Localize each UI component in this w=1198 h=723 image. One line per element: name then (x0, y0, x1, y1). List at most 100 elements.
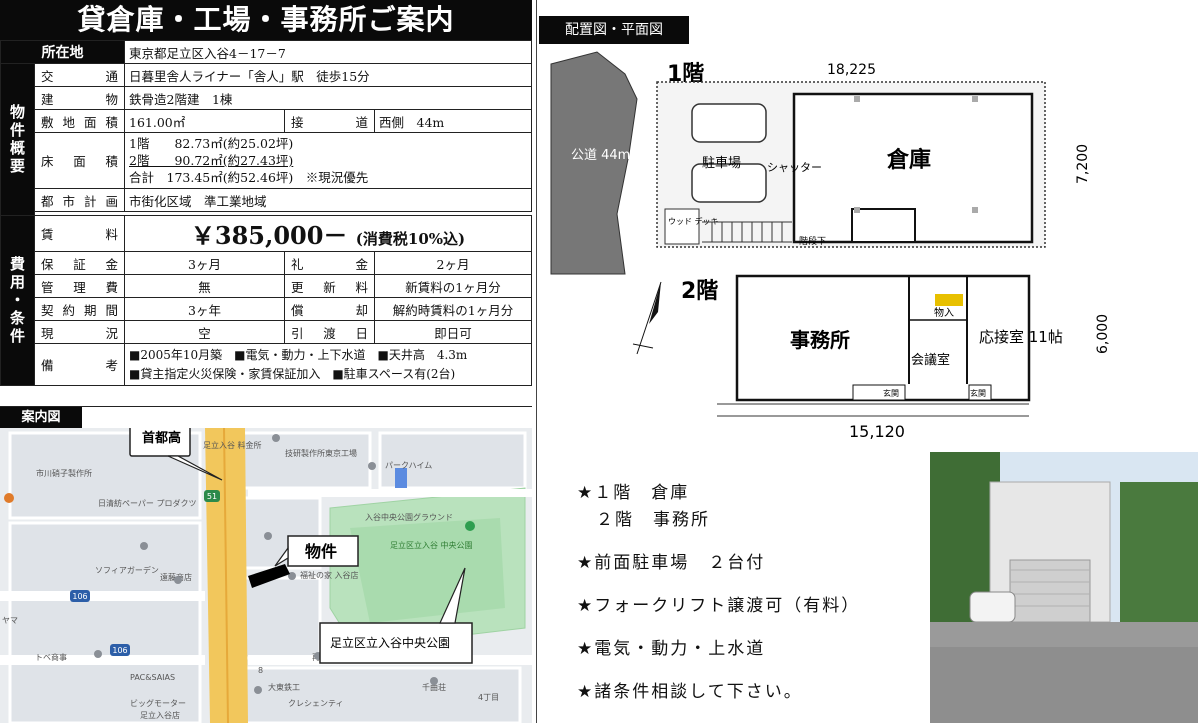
dim-right1: 7,200 (1075, 144, 1091, 184)
rent-label: 賃料 (34, 215, 125, 252)
remarks-label: 備考 (34, 343, 125, 386)
map-number8-label: 8 (258, 666, 263, 675)
handover-label: 引渡日 (284, 320, 375, 344)
route51-label: 51 (207, 492, 217, 501)
remarks-line2: ■貸主指定火災保険・家賃保証加入 ■駐車スペース有(2台) (129, 366, 456, 381)
page-title: 貸倉庫・工場・事務所ご案内 (0, 0, 532, 40)
note-item: ★諸条件相談して下さい。 (577, 682, 803, 702)
route106-label-b: 106 (112, 646, 127, 655)
note-item: ★フォークリフト譲渡可（有料） (577, 596, 861, 616)
map-big-label: ビッグモーター (130, 698, 186, 708)
plan-tab: 配置図・平面図 (539, 16, 689, 44)
toilet-room (851, 208, 916, 243)
shutter-label: シャッター (767, 161, 822, 174)
office-label: 事務所 (790, 328, 850, 352)
map-header: 案内図 (0, 406, 532, 429)
spec-table: 所在地 東京都足立区入谷4－17－7 物件概要 交通 日暮里舎人ライナー「舎人」… (0, 40, 532, 386)
car-icon-1 (691, 103, 767, 143)
renewal-label: 更新料 (284, 274, 375, 298)
floor-area-value: 1階 82.73㎡(約25.02坪) 2階 90.72㎡(約27.43坪) 合計… (124, 132, 532, 189)
road-label: 接道 (284, 109, 375, 133)
guide-map[interactable]: 51 106 106 技研製作所東京工場 市川硝子製作所 日清紡ペーパー プロダ… (0, 428, 532, 723)
parking-label: 駐車場 (702, 156, 741, 171)
map-nisshinbo-label: 日清紡ペーパー プロダクツ (98, 498, 196, 508)
status-value: 空 (124, 320, 285, 344)
map-parkheim-label: パークハイム (385, 461, 432, 470)
public-road-text: 公道 44m (571, 148, 630, 163)
section-property-label: 物件概要 (0, 63, 35, 216)
status-label: 現況 (34, 320, 125, 344)
rent-amount: ￥385,000－ (190, 221, 348, 250)
map-factory-label: 技研製作所東京工場 (285, 448, 357, 458)
map-pac-label: PAC&SAIAS (130, 673, 175, 682)
location-label: 所在地 (0, 40, 125, 64)
wood-deck (664, 208, 700, 245)
renewal-value: 新賃料の1ヶ月分 (374, 274, 532, 298)
city-plan-value: 市街化区域 準工業地域 (124, 188, 532, 212)
map-sofia-label: ソフィアガーデン (95, 565, 159, 575)
public-road-shape (550, 51, 638, 275)
map-park-name-label: 足立区立入谷 中央公園 (390, 540, 473, 550)
floor-area-line1: 1階 82.73㎡(約25.02坪) (129, 136, 294, 151)
key-money-value: 2ヶ月 (374, 251, 532, 275)
north-arrow-icon (632, 281, 662, 355)
key-money-label: 礼金 (284, 251, 375, 275)
city-plan-label: 都市計画 (34, 188, 125, 212)
rent-tax: (消費税10%込) (355, 230, 466, 248)
map-yamazaki-label: ヤマ (2, 616, 18, 625)
deposit-value: 3ヶ月 (124, 251, 285, 275)
map-fukushi-label: 福祉の家 入谷店 (300, 570, 359, 580)
note-item: ★電気・動力・上水道 (577, 639, 766, 659)
structure-label: 建物 (34, 86, 125, 110)
land-area-value: 161.00㎡ (124, 109, 285, 133)
floor-area-line2: 2階 90.72㎡(約27.43坪) (129, 153, 294, 168)
map-tab: 案内図 (0, 407, 82, 429)
section-cost-label: 費用・条件 (0, 215, 35, 386)
right-panel: 配置図・平面図 公道 44m 1階 18,225 倉庫 駐車場 シャッター ウッ… (536, 0, 1198, 723)
map-park-ground-label: 入谷中央公園グラウンド (365, 512, 453, 522)
remarks-value: ■2005年10月築 ■電気・動力・上下水道 ■天井高 4.3m ■貸主指定火災… (124, 343, 532, 386)
storage-label: 物入 (934, 306, 954, 319)
map-ichikawa-label: 市川硝子製作所 (36, 468, 92, 478)
entrance-label-1: 玄関 (883, 388, 899, 398)
map-big2-label: 足立入谷店 (140, 710, 180, 720)
dim-bottom: 15,120 (849, 422, 905, 441)
wood-deck-label: ウッド デッキ (668, 216, 719, 226)
amortization-label: 償却 (284, 297, 375, 321)
map-toll-label: 足立入谷 料金所 (203, 440, 262, 450)
expressway-label: 首都高 (142, 430, 181, 446)
amortization-value: 解約時賃料の1ヶ月分 (374, 297, 532, 321)
handover-value: 即日可 (374, 320, 532, 344)
kitchen-icon (935, 294, 963, 306)
dim-top: 18,225 (827, 62, 876, 78)
term-value: 3ヶ年 (124, 297, 285, 321)
location-value: 東京都足立区入谷4－17－7 (124, 40, 532, 64)
floor2-label: 2階 (681, 279, 718, 304)
left-panel: 貸倉庫・工場・事務所ご案内 所在地 東京都足立区入谷4－17－7 物件概要 交通… (0, 0, 532, 723)
entrance-label-2: 玄関 (970, 388, 986, 398)
management-label: 管理費 (34, 274, 125, 298)
public-road-label: 公道 44m (571, 148, 630, 163)
building-photo (930, 452, 1198, 723)
corridor-label: 階段下 (799, 235, 826, 247)
access-value: 日暮里舎人ライナー「舎人」駅 徒歩15分 (124, 63, 532, 87)
term-label: 契約期間 (34, 297, 125, 321)
floor-plan: 公道 44m 1階 18,225 倉庫 駐車場 シャッター ウッド デッキ 階段… (550, 51, 1111, 441)
management-value: 無 (124, 274, 285, 298)
park-callout-label: 足立区立入谷中央公園 (330, 635, 450, 650)
map-daiko-label: 大東鉄工 (268, 682, 300, 692)
property-label: 物件 (305, 542, 337, 561)
route106-label-a: 106 (72, 592, 87, 601)
map-svg: 51 106 106 技研製作所東京工場 市川硝子製作所 日清紡ペーパー プロダ… (0, 428, 532, 723)
note-item: ★１階 倉庫 (577, 483, 690, 503)
meeting-label: 会議室 (911, 352, 950, 368)
deposit-label: 保証金 (34, 251, 125, 275)
warehouse-label: 倉庫 (886, 147, 931, 173)
notes-list: ★１階 倉庫 ２階 事務所 ★前面駐車場 ２台付 ★フォークリフト譲渡可（有料）… (577, 478, 860, 720)
note-item: ★前面駐車場 ２台付 (577, 553, 766, 573)
land-area-label: 敷地面積 (34, 109, 125, 133)
remarks-line1: ■2005年10月築 ■電気・動力・上下水道 ■天井高 4.3m (129, 347, 468, 362)
floor-area-label: 床面積 (34, 132, 125, 189)
orange-pin-icon (4, 493, 14, 503)
note-item: ２階 事務所 (577, 510, 710, 530)
